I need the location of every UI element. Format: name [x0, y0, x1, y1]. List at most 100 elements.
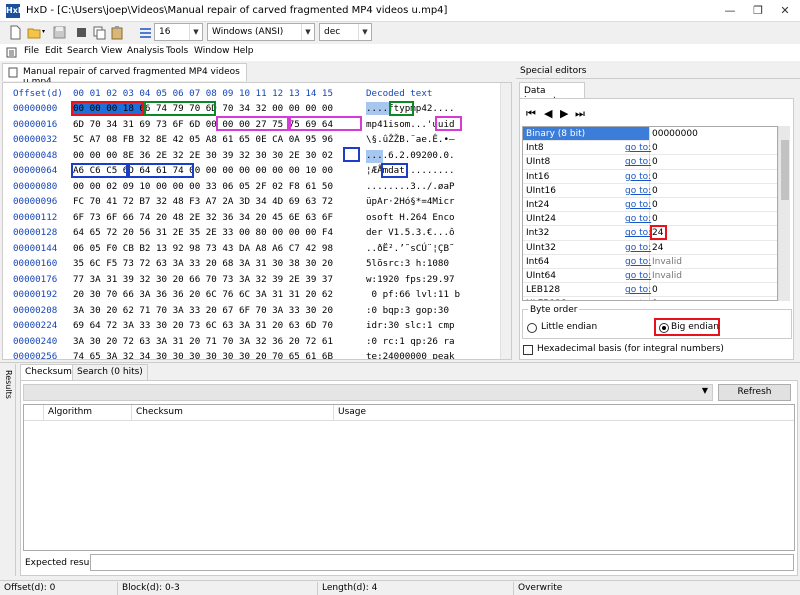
row-text[interactable]: w:1920 fps:29.97 [366, 272, 455, 288]
inspector-row[interactable]: Int24 go to: 0 [523, 198, 777, 213]
row-text[interactable]: 0 pf:66 lvl:11 b [366, 287, 461, 303]
inspector-row[interactable]: ULEB128 go to:0 [523, 297, 777, 300]
big-endian-radio[interactable] [659, 323, 669, 333]
value-cell[interactable] [649, 155, 777, 170]
charset-select[interactable]: Windows (ANSI) ▼ [207, 23, 315, 41]
value-cell[interactable] [649, 212, 777, 227]
inspector-row[interactable]: Int16 go to: 0 [523, 169, 777, 184]
inspector-row[interactable]: UInt24 go to: 0 [523, 212, 777, 227]
goto-link[interactable]: go to: [625, 198, 651, 212]
goto-link[interactable]: go to: [625, 226, 651, 240]
menu-file[interactable]: File [24, 46, 39, 56]
save-icon[interactable] [52, 25, 67, 40]
row-text[interactable]: :0 rc:1 qp:26 ra [366, 334, 455, 350]
editor-scrollbar[interactable] [500, 83, 511, 359]
inspector-row[interactable]: Binary (8 bit) 00000000 [523, 127, 777, 142]
inspector-row[interactable]: Int64 go to: Invalid [523, 254, 777, 269]
expected-result-input[interactable] [90, 554, 794, 571]
inspector-value[interactable]: 24 [652, 226, 663, 240]
column-checksum[interactable]: Checksum [132, 405, 334, 420]
row-hex[interactable]: 35 6C F5 73 72 63 3A 33 20 68 3A 31 30 3… [73, 256, 333, 272]
goto-link[interactable]: go to: [625, 184, 651, 198]
row-hex[interactable]: A6 C6 C5 6D 64 61 74 00 00 00 00 00 00 0… [73, 163, 333, 179]
row-hex[interactable]: 69 64 72 3A 33 30 20 73 6C 63 3A 31 20 6… [73, 318, 333, 334]
inspector-value[interactable]: 24 [652, 241, 663, 255]
row-hex[interactable]: 64 65 72 20 56 31 2E 35 2E 33 00 80 00 0… [73, 225, 333, 241]
inspector-value[interactable]: 0 [652, 141, 658, 155]
goto-link[interactable]: go to: [625, 212, 651, 226]
column-algorithm[interactable]: Algorithm [44, 405, 132, 420]
inspector-row[interactable]: UInt32 go to: 24 [523, 240, 777, 255]
row-text[interactable]: mp41isom...'uuid [366, 117, 455, 133]
copy-icon[interactable] [92, 25, 107, 40]
value-cell[interactable] [649, 141, 777, 156]
menu-window[interactable]: Window [194, 46, 230, 56]
row-text[interactable]: ¦ÆÅmdat......... [366, 163, 455, 179]
goto-link[interactable]: go to: [625, 241, 651, 255]
offset-base-select[interactable]: dec ▼ [319, 23, 372, 41]
menu-search[interactable]: Search [67, 46, 98, 56]
tab-search[interactable]: Search (0 hits) [72, 364, 148, 380]
first-icon[interactable]: ⏮ [526, 107, 536, 121]
menu-edit[interactable]: Edit [45, 46, 62, 56]
value-cell[interactable] [649, 297, 777, 300]
inspector-value[interactable]: Invalid [652, 269, 682, 283]
value-cell[interactable] [649, 169, 777, 184]
row-hex[interactable]: 6F 73 6F 66 74 20 48 2E 32 36 34 20 45 6… [73, 210, 333, 226]
row-hex[interactable]: 6D 70 34 31 69 73 6F 6D 00 00 00 27 75 7… [73, 117, 333, 133]
menu-analysis[interactable]: Analysis [127, 46, 164, 56]
goto-link[interactable]: go to: [625, 155, 651, 169]
menu-help[interactable]: Help [233, 46, 254, 56]
inspector-value[interactable]: 0 [652, 198, 658, 212]
inspector-row[interactable]: UInt8 go to: 0 [523, 155, 777, 170]
inspector-value[interactable]: 00000000 [652, 127, 698, 141]
row-text[interactable]: 5lõsrc:3 h:1080 [366, 256, 455, 272]
goto-link[interactable]: go to: [625, 170, 651, 184]
row-hex[interactable]: FC 70 41 72 B7 32 48 F3 A7 2A 3D 34 4D 6… [73, 194, 333, 210]
row-text[interactable]: osoft H.264 Enco [366, 210, 455, 226]
row-text[interactable]: ....6.2.09200.0. [366, 148, 455, 164]
goto-link[interactable]: go to: [625, 269, 651, 283]
row-hex[interactable]: 74 65 3A 32 34 30 30 30 30 30 30 20 70 6… [73, 349, 333, 359]
maximize-button[interactable]: ❐ [745, 2, 771, 20]
goto-link[interactable]: go to: [625, 297, 651, 300]
row-hex[interactable]: 5C A7 08 FB 32 8E 42 05 A8 61 65 0E CA 0… [73, 132, 333, 148]
row-text[interactable]: te:24000000 peak [366, 349, 455, 359]
inspector-row[interactable]: LEB128 go to: 0 [523, 283, 777, 298]
row-text[interactable]: der V1.5.3.€...ô [366, 225, 455, 241]
row-text[interactable]: ........3../.øaP [366, 179, 455, 195]
goto-link[interactable]: go to: [625, 283, 651, 297]
menu-tools[interactable]: Tools [166, 46, 188, 56]
document-tab[interactable]: Manual repair of carved fragmented MP4 v… [2, 63, 247, 87]
hex-editor[interactable]: Offset(d) 00 01 02 03 04 05 06 07 08 09 … [2, 82, 512, 360]
inspector-scrollbar[interactable] [778, 126, 790, 301]
bytes-per-row-select[interactable]: 16 ▼ [154, 23, 203, 41]
tab-checksum[interactable]: Checksum [20, 364, 77, 380]
inspector-value[interactable]: 0 [652, 184, 658, 198]
column-usage[interactable]: Usage [334, 405, 794, 420]
row-hex[interactable]: 00 00 02 09 10 00 00 00 33 06 05 2F 02 F… [73, 179, 333, 195]
last-icon[interactable]: ⏭ [575, 107, 585, 121]
row-text[interactable]: idr:30 slc:1 cmp [366, 318, 455, 334]
row-hex[interactable]: 00 00 00 18 66 74 79 70 6D 70 34 32 00 0… [73, 101, 333, 117]
inspector-value[interactable]: 0 [652, 212, 658, 226]
little-endian-radio[interactable] [527, 323, 537, 333]
algorithm-select[interactable]: ▼ [23, 384, 713, 401]
value-cell[interactable] [649, 283, 777, 298]
value-cell[interactable] [649, 226, 777, 241]
value-cell[interactable] [649, 198, 777, 212]
inspector-row[interactable]: Int8 go to: 0 [523, 141, 777, 156]
goto-link[interactable]: go to: [625, 141, 651, 155]
new-file-icon[interactable] [8, 25, 23, 40]
row-hex[interactable]: 3A 30 20 62 71 70 3A 33 20 67 6F 70 3A 3… [73, 303, 333, 319]
open-folder-icon[interactable] [27, 25, 42, 40]
row-hex[interactable]: 77 3A 31 39 32 30 20 66 70 73 3A 32 39 2… [73, 272, 333, 288]
cut-icon[interactable] [74, 25, 89, 40]
open-dropdown-icon[interactable]: ▾ [42, 28, 45, 35]
paste-icon[interactable] [110, 25, 125, 40]
row-text[interactable]: ....ftypmp42.... [366, 101, 455, 117]
inspector-row[interactable]: UInt64 go to: Invalid [523, 269, 777, 284]
inspector-value[interactable]: 0 [652, 155, 658, 169]
row-hex[interactable]: 20 30 70 66 3A 36 36 20 6C 76 6C 3A 31 3… [73, 287, 333, 303]
value-cell[interactable] [649, 183, 777, 198]
